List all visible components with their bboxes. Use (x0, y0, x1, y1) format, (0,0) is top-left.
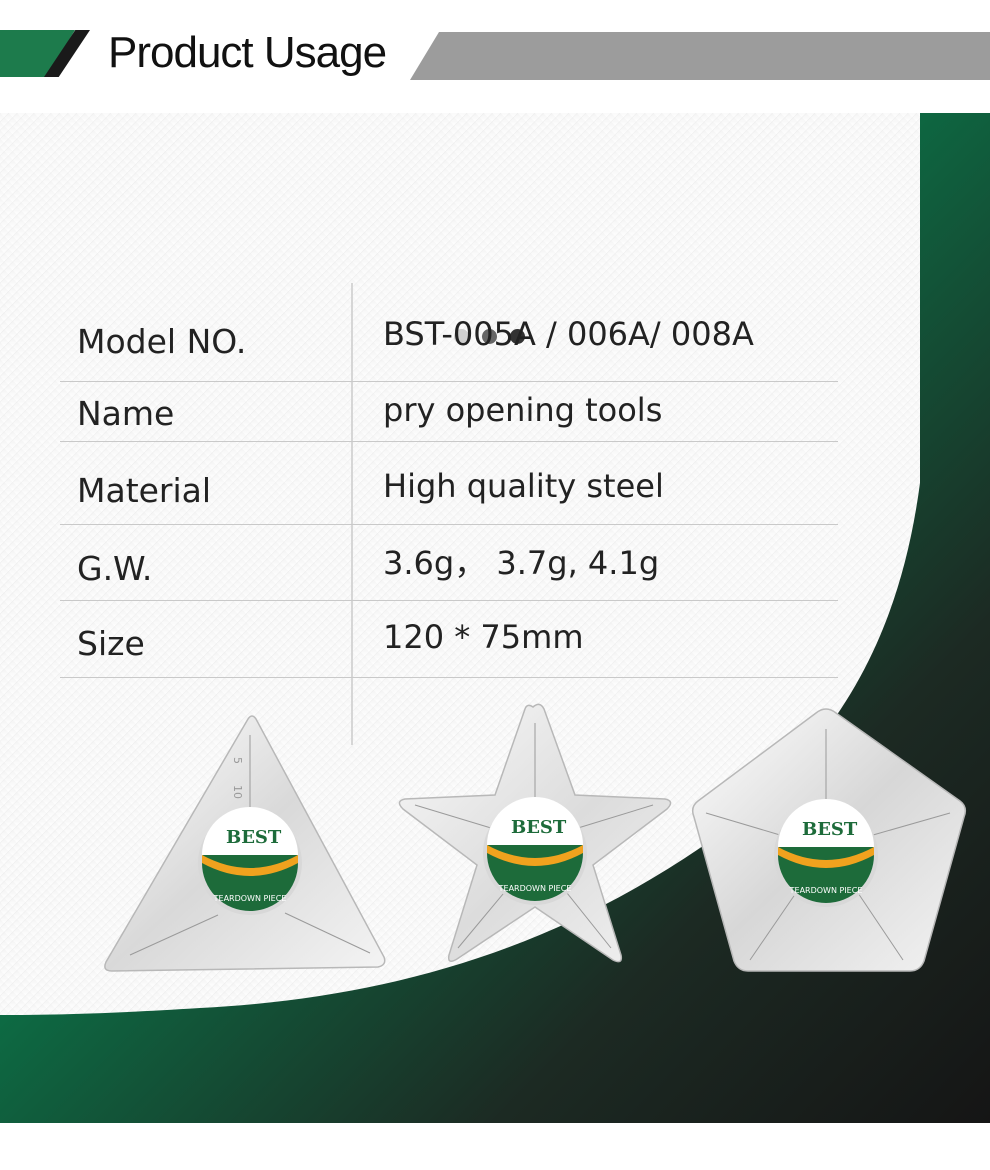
section-title: Product Usage (108, 28, 387, 77)
brand-badge: BEST TEARDOWN PIECE (483, 797, 587, 905)
header-gray-bar (410, 32, 990, 80)
spec-value-material: High quality steel (383, 467, 664, 505)
brand-badge: BEST TEARDOWN PIECE (198, 807, 302, 915)
badge-brand: BEST (511, 817, 567, 838)
spec-value-model: BST-005A / 006A/ 008A (383, 315, 754, 353)
table-row: Size 120 * 75mm (60, 601, 838, 678)
section-header: Product Usage (0, 0, 990, 110)
spec-label-weight: G.W. (77, 549, 153, 588)
table-row: Name pry opening tools (60, 382, 838, 442)
spec-label-size: Size (77, 624, 145, 663)
spec-value-weight: 3.6g， 3.7g, 4.1g (383, 544, 660, 582)
spec-table: Model NO. BST-005A / 006A/ 008A Name pry… (60, 283, 838, 678)
badge-brand: BEST (226, 827, 282, 848)
spec-label-model: Model NO. (77, 322, 247, 361)
table-row: G.W. 3.6g， 3.7g, 4.1g (60, 525, 838, 601)
table-row: Model NO. BST-005A / 006A/ 008A (60, 283, 838, 382)
badge-caption: TEARDOWN PIECE (498, 884, 572, 893)
spec-label-name: Name (77, 394, 175, 433)
triangle-pry-tool-image: 5 10 15 20 BEST TEARDOWN PIECE (104, 715, 386, 972)
badge-brand: BEST (802, 819, 858, 840)
ruler-mark: 10 (231, 785, 244, 799)
pentagon-pry-tool-image: BEST TEARDOWN PIECE (691, 708, 967, 972)
spec-value-size: 120 * 75mm (383, 618, 584, 656)
brand-badge: BEST TEARDOWN PIECE (774, 799, 878, 907)
badge-caption: TEARDOWN PIECE (789, 886, 863, 895)
ruler-mark: 5 (231, 757, 244, 764)
star-pry-tool-image: BEST TEARDOWN PIECE (398, 703, 672, 963)
spec-value-name: pry opening tools (383, 391, 663, 429)
badge-caption: TEARDOWN PIECE (213, 894, 287, 903)
table-row: Material High quality steel (60, 442, 838, 525)
spec-label-material: Material (77, 471, 212, 510)
